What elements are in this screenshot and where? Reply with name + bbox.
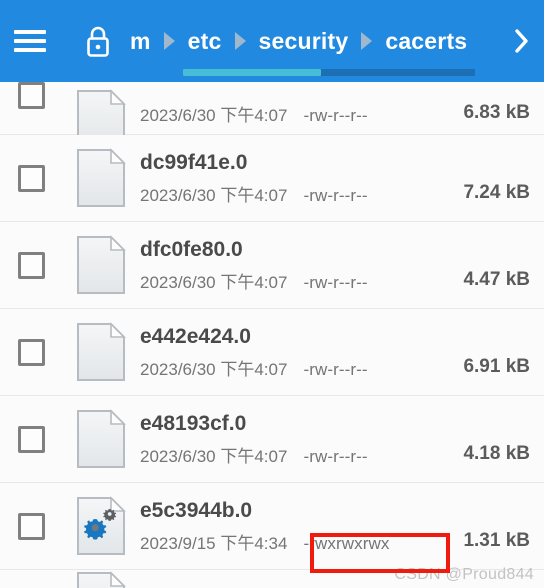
row-checkbox[interactable] [17, 338, 45, 366]
file-document-icon [75, 147, 127, 209]
breadcrumb-list: m etc security cacerts [128, 28, 469, 55]
lock-icon [84, 24, 112, 58]
table-row[interactable]: dc99f41e.0 2023/6/30 下午4:07 -rw-r--r-- 7.24… [0, 135, 544, 222]
file-info-cell: e48193cf.0 2023/6/30 下午4:07 -rw-r--r-- [140, 396, 432, 482]
file-name: e442e424.0 [140, 324, 251, 348]
row-checkbox[interactable] [17, 512, 45, 540]
file-meta: 2023/9/15 下午4:34 -rwxrwxrwx [140, 534, 426, 554]
file-document-icon [75, 408, 127, 470]
row-checkbox-cell[interactable] [0, 222, 62, 308]
file-icon-cell [62, 483, 140, 569]
breadcrumb-item-3[interactable]: cacerts [383, 28, 469, 55]
file-permissions: -rw-r--r-- [303, 272, 368, 292]
file-list[interactable]: 2023/6/30 下午4:07 -rw-r--r-- 6.83 kB dc99f4… [0, 82, 544, 588]
row-checkbox-cell[interactable] [0, 82, 62, 134]
file-size: 6.91 kB [463, 356, 530, 377]
watermark: CSDN @Proud844 [394, 566, 534, 583]
file-name: dc99f41e.0 [140, 150, 248, 174]
breadcrumb-horizontal-scrollbar[interactable] [183, 69, 475, 76]
file-size: 7.24 kB [463, 182, 530, 203]
file-date: 2023/6/30 下午4:07 [140, 106, 288, 125]
row-checkbox-cell[interactable] [0, 396, 62, 482]
scrollbar-thumb[interactable] [183, 69, 321, 76]
file-icon-cell [62, 309, 140, 395]
file-date: 2023/6/30 下午4:07 [140, 359, 288, 379]
file-size: 1.31 kB [463, 530, 530, 551]
file-icon-cell [62, 570, 140, 588]
file-icon-cell [62, 135, 140, 221]
breadcrumb-item-1[interactable]: etc [186, 28, 224, 55]
file-info-cell: e442e424.0 2023/6/30 下午4:07 -rw-r--r-- [140, 309, 432, 395]
row-checkbox-cell[interactable] [0, 309, 62, 395]
file-date: 2023/6/30 下午4:07 [140, 185, 288, 205]
file-info-cell: dc99f41e.0 2023/6/30 下午4:07 -rw-r--r-- [140, 135, 432, 221]
file-document-icon [75, 570, 127, 588]
hamburger-bar [14, 48, 46, 52]
file-name: e48193cf.0 [140, 411, 247, 435]
table-row[interactable]: e5c3944b.0 2023/9/15 下午4:34 -rwxrwxrwx 1.31… [0, 483, 544, 570]
file-permissions: -rw-r--r-- [303, 106, 368, 125]
file-permissions: -rw-r--r-- [303, 185, 368, 205]
file-info-cell: 2023/6/30 下午4:07 -rw-r--r-- [140, 82, 432, 134]
breadcrumb-separator-icon [163, 32, 175, 50]
row-checkbox[interactable] [17, 164, 45, 192]
file-date: 2023/9/15 下午4:34 [140, 533, 288, 553]
breadcrumb-separator-icon [234, 32, 246, 50]
file-meta: 2023/6/30 下午4:07 -rw-r--r-- [140, 360, 426, 380]
row-checkbox[interactable] [17, 82, 45, 109]
file-size: 4.47 kB [463, 269, 530, 290]
file-size: 4.18 kB [463, 443, 530, 464]
file-info-cell: dfc0fe80.0 2023/6/30 下午4:07 -rw-r--r-- [140, 222, 432, 308]
file-meta: 2023/6/30 下午4:07 -rw-r--r-- [140, 447, 426, 467]
file-permissions: -rw-r--r-- [303, 446, 368, 466]
file-document-icon [75, 88, 127, 148]
row-checkbox-cell[interactable] [0, 135, 62, 221]
file-name: dfc0fe80.0 [140, 237, 243, 261]
table-row[interactable]: e442e424.0 2023/6/30 下午4:07 -rw-r--r-- 6.91… [0, 309, 544, 396]
hamburger-menu-icon[interactable] [0, 0, 60, 82]
table-row[interactable]: 2023/6/30 下午4:07 -rw-r--r-- 6.83 kB [0, 82, 544, 148]
app-header: m etc security cacerts [0, 0, 544, 82]
file-info-cell [140, 570, 432, 588]
row-checkbox-cell[interactable] [0, 483, 62, 569]
file-permissions: -rw-r--r-- [303, 359, 368, 379]
row-checkbox-cell[interactable] [0, 570, 62, 588]
breadcrumb-item-2[interactable]: security [257, 28, 351, 55]
row-checkbox[interactable] [17, 251, 45, 279]
file-icon-cell [62, 82, 140, 148]
table-row[interactable]: dfc0fe80.0 2023/6/30 下午4:07 -rw-r--r-- 4.47… [0, 222, 544, 309]
file-meta: 2023/6/30 下午4:07 -rw-r--r-- [140, 273, 426, 293]
breadcrumb-item-0[interactable]: m [128, 28, 153, 55]
row-checkbox[interactable] [17, 425, 45, 453]
file-icon-cell [62, 222, 140, 308]
file-meta: 2023/6/30 下午4:07 -rw-r--r-- [140, 186, 426, 206]
file-document-icon [75, 234, 127, 296]
file-name: e5c3944b.0 [140, 498, 253, 522]
file-executable-gear-icon [75, 495, 127, 557]
file-info-cell: e5c3944b.0 2023/9/15 下午4:34 -rwxrwxrwx [140, 483, 432, 569]
hamburger-bar [14, 39, 46, 43]
file-date: 2023/6/30 下午4:07 [140, 272, 288, 292]
table-row[interactable]: e48193cf.0 2023/6/30 下午4:07 -rw-r--r-- 4.18… [0, 396, 544, 483]
file-meta: 2023/6/30 下午4:07 -rw-r--r-- [140, 106, 426, 126]
breadcrumb-separator-icon [361, 32, 373, 50]
file-size: 6.83 kB [463, 102, 530, 123]
chevron-right-icon[interactable] [500, 0, 544, 82]
file-permissions: -rwxrwxrwx [303, 533, 390, 553]
file-icon-cell [62, 396, 140, 482]
file-document-icon [75, 321, 127, 383]
file-date: 2023/6/30 下午4:07 [140, 446, 288, 466]
hamburger-bar [14, 30, 46, 34]
